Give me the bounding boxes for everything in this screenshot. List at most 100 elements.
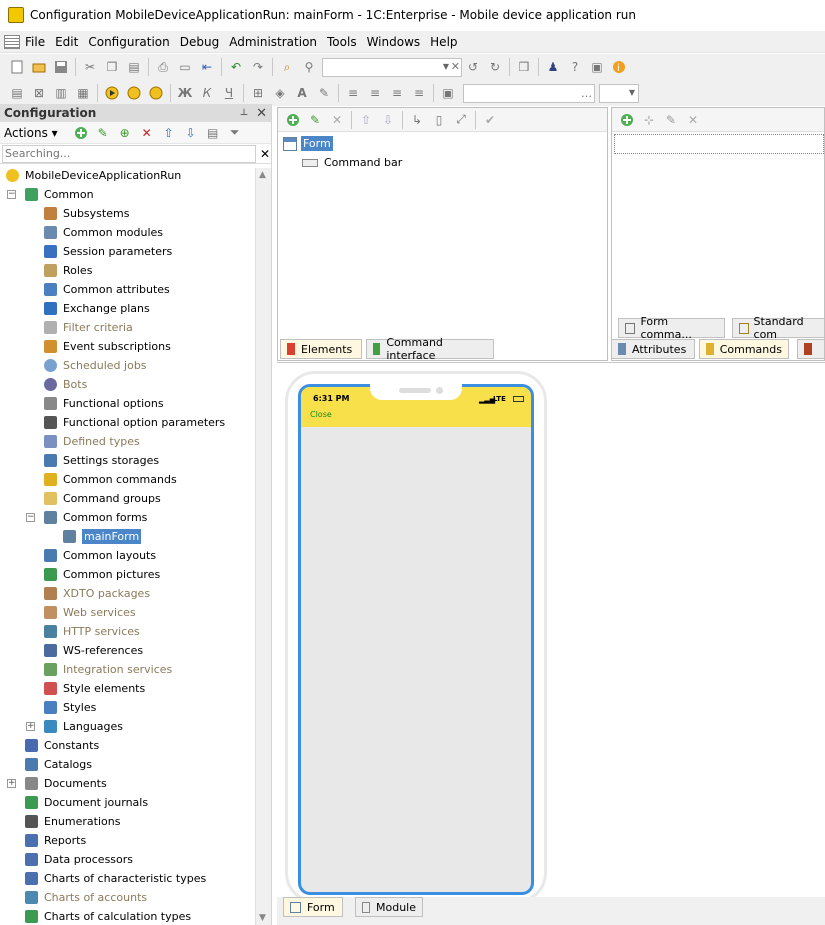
justify-icon[interactable]: ≡	[408, 82, 430, 104]
menu-tools[interactable]: Tools	[327, 35, 357, 49]
expand-icon[interactable]: +	[7, 779, 16, 788]
clear-search-icon[interactable]: ✕	[260, 147, 270, 161]
tree-item-charts-of-characteristic-types[interactable]: Charts of characteristic types	[25, 869, 206, 888]
tree-item-common-layouts[interactable]: Common layouts	[44, 546, 156, 565]
font-combo[interactable]: …	[463, 83, 595, 103]
tree-item-common-pictures[interactable]: Common pictures	[44, 565, 160, 584]
check-icon[interactable]: ✔	[479, 109, 501, 131]
add-icon[interactable]	[70, 122, 92, 144]
expand-icon[interactable]: +	[26, 722, 35, 731]
redo-icon[interactable]: ↷	[247, 56, 269, 78]
tab-form[interactable]: Form	[283, 897, 343, 917]
print-preview-icon[interactable]: ▭	[174, 56, 196, 78]
table-icon[interactable]: ▦	[72, 82, 94, 104]
align-right-icon[interactable]: ≡	[386, 82, 408, 104]
tab-parameters[interactable]	[797, 339, 825, 359]
search-icon[interactable]: ⚲	[298, 56, 320, 78]
menu-configuration[interactable]: Configuration	[88, 35, 169, 49]
clear-icon[interactable]: ✕	[451, 60, 460, 73]
align-center-icon[interactable]: ≡	[364, 82, 386, 104]
tree-item-roles[interactable]: Roles	[44, 261, 92, 280]
copy-icon[interactable]: ❐	[101, 56, 123, 78]
move-down-icon[interactable]: ⇩	[180, 122, 202, 144]
actions-menu-button[interactable]: Actions ▾	[4, 126, 58, 140]
tab-form-commands[interactable]: Form comma...	[618, 315, 725, 341]
menu-windows[interactable]: Windows	[367, 35, 421, 49]
save-icon[interactable]	[50, 56, 72, 78]
pin-icon[interactable]: ⊥	[240, 108, 248, 118]
menu-file[interactable]: File	[25, 35, 45, 49]
tab-module[interactable]: Module	[355, 897, 423, 917]
bold-icon[interactable]: Ж	[174, 82, 196, 104]
tree-item-styles[interactable]: Styles	[44, 698, 96, 717]
tree-item-exchange-plans[interactable]: Exchange plans	[44, 299, 150, 318]
tree-item-common-modules[interactable]: Common modules	[44, 223, 163, 242]
open-file-icon[interactable]	[28, 56, 50, 78]
collapse-icon[interactable]: −	[26, 513, 35, 522]
close-link[interactable]: Close	[310, 410, 332, 419]
close-doc-icon[interactable]: ⊠	[28, 82, 50, 104]
edit-element-icon[interactable]: ✎	[304, 109, 326, 131]
device-icon[interactable]: ▯	[428, 109, 450, 131]
tab-standard-commands[interactable]: Standard com	[732, 315, 825, 341]
tab-command-interface[interactable]: Command interface	[366, 336, 494, 362]
menu-edit[interactable]: Edit	[55, 35, 78, 49]
tree-item-common-attributes[interactable]: Common attributes	[44, 280, 170, 299]
tree-item-ws-references[interactable]: WS-references	[44, 641, 143, 660]
tree-item-common[interactable]: − Common	[7, 185, 94, 204]
add-sub-attribute-icon[interactable]: ⊹	[638, 109, 660, 131]
borders-icon[interactable]: ⊞	[247, 82, 269, 104]
add-element-icon[interactable]	[282, 109, 304, 131]
edit-attribute-icon[interactable]: ✎	[660, 109, 682, 131]
tree-item-reports[interactable]: Reports	[25, 831, 86, 850]
menu-main-icon[interactable]	[4, 34, 20, 49]
tree-item-documents[interactable]: + Documents	[7, 774, 107, 793]
scroll-up-icon[interactable]: ▲	[259, 170, 266, 180]
form-tree-item-form[interactable]: Form	[283, 134, 333, 153]
syntax-helper-icon[interactable]: ?	[564, 56, 586, 78]
tree-item-languages[interactable]: + Languages	[26, 717, 123, 736]
ellipsis-icon[interactable]: …	[581, 87, 592, 100]
menu-administration[interactable]: Administration	[229, 35, 317, 49]
close-icon[interactable]: ✕	[256, 106, 267, 121]
tab-commands[interactable]: Commands	[699, 339, 789, 359]
tab-elements[interactable]: Elements	[280, 339, 362, 359]
search-combo[interactable]: ▼ ✕	[322, 57, 462, 77]
debug-user-icon[interactable]: ♟	[542, 56, 564, 78]
scroll-down-icon[interactable]: ▼	[259, 913, 266, 923]
tree-item-web-services[interactable]: Web services	[44, 603, 136, 622]
attributes-list-row[interactable]	[614, 134, 824, 154]
tree-item-xdto-packages[interactable]: XDTO packages	[44, 584, 150, 603]
find-prev-icon[interactable]: ↺	[462, 56, 484, 78]
move-down-icon[interactable]: ⇩	[377, 109, 399, 131]
tree-item-mobiledeviceapplicationrun[interactable]: MobileDeviceApplicationRun	[6, 166, 181, 185]
form-tree-item-command-bar[interactable]: Command bar	[302, 153, 402, 172]
highlight-icon[interactable]: ✎	[313, 82, 335, 104]
tree-item-http-services[interactable]: HTTP services	[44, 622, 140, 641]
delete-icon[interactable]: ✕	[136, 122, 158, 144]
database-icon[interactable]: ▥	[50, 82, 72, 104]
chevron-down-icon[interactable]: ▼	[629, 88, 635, 97]
font-size-combo[interactable]: ▼	[599, 83, 639, 103]
tree-item-defined-types[interactable]: Defined types	[44, 432, 140, 451]
module-icon[interactable]: ▤	[6, 82, 28, 104]
wrap-icon[interactable]: ↳	[406, 109, 428, 131]
search-input[interactable]	[2, 144, 256, 163]
tree-item-functional-option-parameters[interactable]: Functional option parameters	[44, 413, 225, 432]
align-left-icon[interactable]: ≡	[342, 82, 364, 104]
reference-icon[interactable]: ▣	[586, 56, 608, 78]
add-attribute-icon[interactable]	[616, 109, 638, 131]
delete-attribute-icon[interactable]: ✕	[682, 109, 704, 131]
new-file-icon[interactable]	[6, 56, 28, 78]
tree-item-settings-storages[interactable]: Settings storages	[44, 451, 159, 470]
filter-icon[interactable]: ⏷	[224, 122, 246, 144]
expand-icon[interactable]: ⤢	[450, 109, 472, 131]
find-in-icon[interactable]: ⌕	[276, 56, 298, 78]
print-icon[interactable]: ⎙	[152, 56, 174, 78]
tree-item-common-commands[interactable]: Common commands	[44, 470, 177, 489]
tree-item-enumerations[interactable]: Enumerations	[25, 812, 120, 831]
delete-element-icon[interactable]: ✕	[326, 109, 348, 131]
fill-color-icon[interactable]: ◈	[269, 82, 291, 104]
run-config-icon[interactable]	[145, 82, 167, 104]
tree-item-style-elements[interactable]: Style elements	[44, 679, 145, 698]
